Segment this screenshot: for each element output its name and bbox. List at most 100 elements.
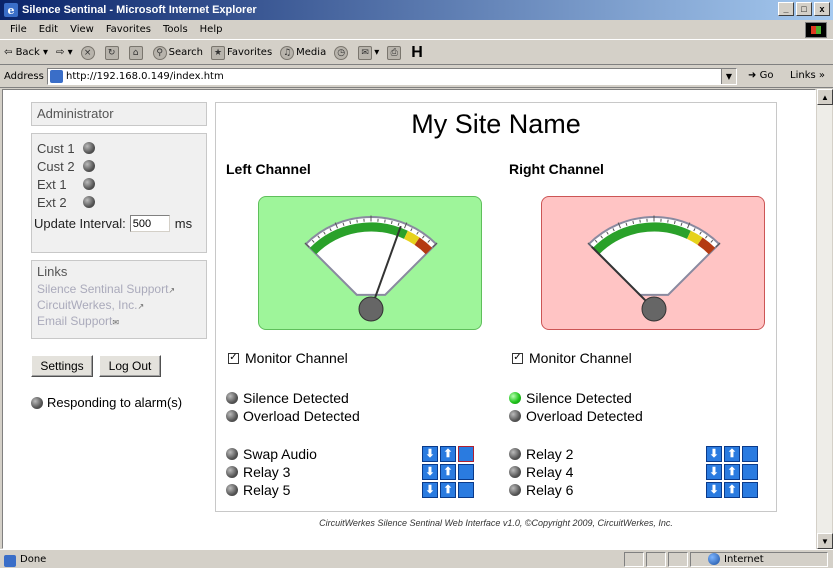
- menu-file[interactable]: File: [4, 24, 33, 35]
- links-title: Links: [37, 264, 68, 279]
- gauge-tick: [349, 220, 352, 225]
- logout-button[interactable]: Log Out: [99, 355, 161, 377]
- back-arrow-icon: ⇦: [4, 47, 16, 58]
- close-button[interactable]: x: [814, 2, 830, 16]
- relay-pulse-button[interactable]: [458, 482, 474, 498]
- gauge-band-yellow: [686, 230, 703, 245]
- link-circuitwerkes-text: CircuitWerkes, Inc.: [37, 298, 138, 312]
- right-monitor-checkbox[interactable]: ✓ Monitor Channel: [512, 350, 632, 366]
- link-circuitwerkes[interactable]: CircuitWerkes, Inc.↗: [32, 298, 206, 314]
- menu-favorites[interactable]: Favorites: [100, 24, 157, 35]
- menu-edit[interactable]: Edit: [33, 24, 64, 35]
- status-cell: [668, 552, 688, 567]
- status-label: Ext 1: [37, 176, 67, 192]
- scroll-up-icon[interactable]: ▲: [817, 89, 833, 105]
- ie-logo-icon: e: [4, 3, 18, 17]
- print-button[interactable]: ⎙: [387, 45, 403, 60]
- relay-led-icon: [509, 448, 521, 460]
- link-support-text: Silence Sentinal Support: [37, 282, 169, 296]
- left-silence-label: Silence Detected: [243, 390, 349, 406]
- relay-off-button[interactable]: ⬇: [706, 482, 722, 498]
- link-email[interactable]: Email Support✉: [32, 314, 206, 330]
- page-viewport: Administrator Cust 1 Cust 2 Ext 1 Ext 2 …: [2, 89, 816, 549]
- relay-on-button[interactable]: ⬆: [440, 482, 456, 498]
- relay-pulse-button[interactable]: [458, 464, 474, 480]
- stop-button[interactable]: ×: [80, 45, 97, 60]
- media-button[interactable]: ♫ Media: [280, 45, 326, 60]
- minimize-button[interactable]: _: [778, 2, 794, 16]
- settings-button[interactable]: Settings: [31, 355, 93, 377]
- maximize-button[interactable]: □: [796, 2, 812, 16]
- left-relay-controls-3: ⬇ ⬆: [422, 482, 474, 498]
- links-panel: Links Silence Sentinal Support↗ CircuitW…: [31, 260, 207, 339]
- internet-zone: Internet: [708, 553, 764, 565]
- home-icon: ⌂: [128, 45, 143, 60]
- gauge-hub: [641, 296, 667, 322]
- left-overload-label: Overload Detected: [243, 408, 360, 424]
- menu-view[interactable]: View: [64, 24, 100, 35]
- right-relay-row-2: Relay 4: [509, 464, 573, 480]
- mail-button[interactable]: ✉ ▾: [358, 45, 379, 60]
- favorites-button[interactable]: ★ Favorites: [210, 45, 273, 60]
- history-icon: ◷: [334, 45, 349, 60]
- address-dropdown-icon[interactable]: ▼: [721, 69, 736, 84]
- forward-button[interactable]: ⇨ ▾: [56, 47, 73, 58]
- relay-pulse-button[interactable]: [458, 446, 474, 462]
- relay-off-button[interactable]: ⬇: [422, 464, 438, 480]
- admin-panel: Administrator: [31, 102, 207, 126]
- home-button[interactable]: ⌂: [128, 45, 145, 60]
- left-monitor-checkbox[interactable]: ✓ Monitor Channel: [228, 350, 348, 366]
- relay-pulse-button[interactable]: [742, 482, 758, 498]
- relay-pulse-button[interactable]: [742, 446, 758, 462]
- checkbox-icon: ✓: [512, 352, 523, 364]
- history-button[interactable]: ◷: [334, 45, 350, 60]
- vertical-scrollbar[interactable]: ▲ ▼: [816, 89, 833, 549]
- right-silence-label: Silence Detected: [526, 390, 632, 406]
- relay-label: Relay 3: [243, 464, 291, 480]
- h-button[interactable]: H: [411, 44, 423, 62]
- relay-on-button[interactable]: ⬆: [724, 446, 740, 462]
- left-meter-gauge: [304, 215, 438, 322]
- refresh-button[interactable]: ↻: [104, 45, 121, 60]
- relay-off-button[interactable]: ⬇: [706, 464, 722, 480]
- menu-help[interactable]: Help: [194, 24, 229, 35]
- relay-on-button[interactable]: ⬆: [440, 446, 456, 462]
- status-text: Done: [0, 554, 46, 567]
- back-label: Back: [15, 47, 40, 58]
- relay-off-button[interactable]: ⬇: [422, 482, 438, 498]
- address-bar: Address http://192.168.0.149/index.htm ▼…: [0, 66, 833, 88]
- menu-tools[interactable]: Tools: [157, 24, 194, 35]
- gauge-tick: [673, 220, 676, 225]
- right-channel-title: Right Channel: [509, 161, 604, 177]
- status-label: Cust 1: [37, 140, 75, 156]
- update-interval-input[interactable]: [129, 215, 170, 232]
- status-led-icon: [83, 196, 95, 208]
- links-button[interactable]: Links »: [790, 70, 825, 81]
- chevron-right-icon: »: [818, 70, 826, 81]
- relay-on-button[interactable]: ⬆: [440, 464, 456, 480]
- admin-title: Administrator: [37, 106, 114, 121]
- relay-on-button[interactable]: ⬆: [724, 482, 740, 498]
- relay-on-button[interactable]: ⬆: [724, 464, 740, 480]
- relay-led-icon: [226, 466, 238, 478]
- silence-led-icon: [226, 392, 238, 404]
- relay-off-button[interactable]: ⬇: [422, 446, 438, 462]
- back-button[interactable]: ⇦ Back ▾: [4, 47, 48, 58]
- overload-led-icon: [509, 410, 521, 422]
- link-support[interactable]: Silence Sentinal Support↗: [32, 282, 206, 298]
- favorites-label: Favorites: [226, 47, 273, 58]
- relay-label: Relay 5: [243, 482, 291, 498]
- relay-led-icon: [509, 484, 521, 496]
- left-channel-title: Left Channel: [226, 161, 311, 177]
- scroll-down-icon[interactable]: ▼: [817, 533, 833, 549]
- search-button[interactable]: ⚲ Search: [152, 45, 203, 60]
- main-panel: My Site Name Left Channel Right Channel …: [215, 102, 777, 512]
- relay-pulse-button[interactable]: [742, 464, 758, 480]
- address-input[interactable]: http://192.168.0.149/index.htm ▼: [47, 68, 737, 85]
- status-cust1: Cust 1: [32, 139, 206, 157]
- relay-off-button[interactable]: ⬇: [706, 446, 722, 462]
- checkbox-icon: ✓: [228, 352, 239, 364]
- go-button[interactable]: ➜ Go: [748, 70, 773, 81]
- email-icon: ✉: [112, 318, 120, 327]
- globe-icon: [708, 553, 720, 565]
